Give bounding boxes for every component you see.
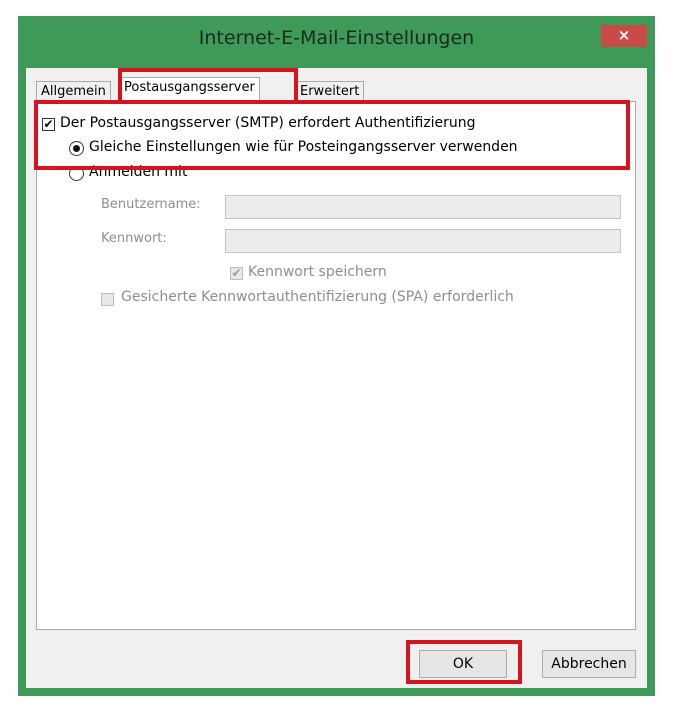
password-label: Kennwort:: [101, 231, 167, 246]
radio-selected-icon: [73, 145, 80, 152]
spa-label: Gesicherte Kennwortauthentifizierung (SP…: [121, 289, 514, 305]
tab-erweitert[interactable]: Erweitert: [295, 81, 365, 101]
remember-password-checkbox[interactable]: ✔: [230, 267, 243, 280]
dialog-window: Internet-E-Mail-Einstellungen × Allgemei…: [18, 16, 655, 696]
window-title: Internet-E-Mail-Einstellungen: [198, 27, 475, 49]
close-button[interactable]: ×: [601, 25, 647, 47]
radio-login-with-label: Anmelden mit: [89, 164, 188, 180]
tab-postausgangsserver[interactable]: Postausgangsserver: [119, 77, 260, 103]
smtp-auth-label: Der Postausgangsserver (SMTP) erfordert …: [60, 115, 476, 131]
checkmark-icon: ✔: [43, 117, 54, 131]
spa-checkbox[interactable]: [101, 293, 114, 306]
dialog-client-area: Allgemein Postausgangsserver Erweitert ✔…: [26, 68, 647, 688]
username-input[interactable]: [225, 195, 621, 219]
close-icon: ×: [617, 26, 631, 44]
tab-panel-postausgangsserver: ✔ Der Postausgangsserver (SMTP) erforder…: [36, 101, 636, 630]
ok-button[interactable]: OK: [419, 650, 507, 678]
smtp-auth-checkbox[interactable]: ✔: [42, 118, 55, 131]
radio-same-settings-label: Gleiche Einstellungen wie für Posteingan…: [89, 139, 518, 155]
radio-same-settings[interactable]: [69, 141, 84, 156]
title-bar[interactable]: Internet-E-Mail-Einstellungen ×: [18, 16, 655, 68]
cancel-button[interactable]: Abbrechen: [542, 650, 636, 678]
username-label: Benutzername:: [101, 197, 201, 212]
radio-login-with[interactable]: [69, 166, 84, 181]
checkmark-icon: ✔: [231, 266, 242, 280]
remember-password-label: Kennwort speichern: [248, 264, 387, 280]
tab-allgemein[interactable]: Allgemein: [36, 81, 111, 101]
password-input[interactable]: [225, 229, 621, 253]
